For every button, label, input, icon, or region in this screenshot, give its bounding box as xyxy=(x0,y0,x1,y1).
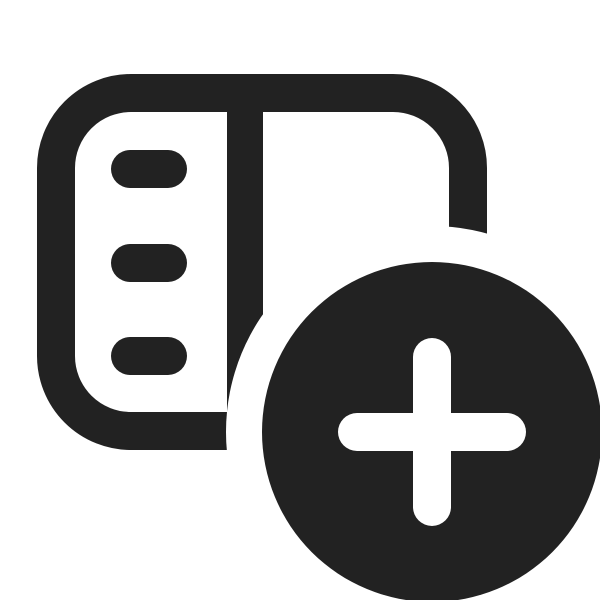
sidebar-line-2 xyxy=(111,244,187,282)
sidebar-divider xyxy=(227,93,263,431)
add-badge xyxy=(262,262,600,600)
sidebar-line-1 xyxy=(111,150,187,188)
plus-vertical xyxy=(413,338,451,526)
sidebar-line-3 xyxy=(111,337,187,375)
sidebar-add-icon xyxy=(37,74,600,600)
icon-canvas xyxy=(0,0,600,600)
